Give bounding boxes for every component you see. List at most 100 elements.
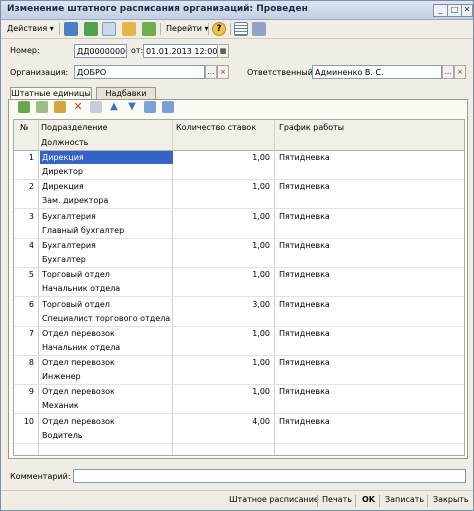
row-position[interactable]: Зам. директора [40,194,173,207]
row-schedule[interactable]: Пятидневка [279,327,399,340]
close-button[interactable]: Закрыть [433,495,469,504]
organization-clear-button[interactable]: × [217,65,229,79]
row-number[interactable]: 6 [16,298,34,311]
row-position[interactable]: Бухгалтер [40,253,173,266]
column-header-department[interactable]: Подразделение [41,123,108,132]
table-row[interactable]: 4 Бухгалтерия Бухгалтер 1,00 Пятидневка [14,238,464,268]
journal-icon[interactable] [252,22,266,36]
ok-button[interactable]: OK [362,495,375,504]
row-department[interactable]: Торговый отдел [40,268,173,281]
table-row[interactable]: 2 Дирекция Зам. директора 1,00 Пятидневка [14,179,464,210]
row-schedule[interactable]: Пятидневка [279,356,399,369]
row-position[interactable]: Начальник отдела [40,282,173,295]
post-and-close-icon[interactable] [64,22,78,36]
edit-row-icon[interactable] [54,101,66,113]
row-rate[interactable]: 4,00 [174,415,270,428]
maximize-button[interactable]: □ [447,4,462,17]
table-row[interactable]: 7 Отдел перевозок Начальник отдела 1,00 Пяти… [14,326,464,356]
row-rate[interactable]: 1,00 [174,327,270,340]
calendar-button[interactable]: ▦ [217,44,229,58]
row-schedule[interactable]: Пятидневка [279,415,399,428]
organization-field[interactable]: ДОБРО [74,65,205,79]
row-department[interactable]: Дирекция [40,151,173,164]
row-department[interactable]: Отдел перевозок [40,327,173,340]
add-row-icon[interactable] [18,101,30,113]
organization-select-button[interactable]: ... [205,65,217,79]
column-header-number[interactable]: № [20,123,28,132]
row-rate[interactable]: 1,00 [174,239,270,252]
row-department[interactable]: Отдел перевозок [40,385,173,398]
row-number[interactable]: 9 [16,385,34,398]
row-rate[interactable]: 3,00 [174,298,270,311]
row-position[interactable]: Начальник отдела [40,341,173,354]
table-row[interactable]: 8 Отдел перевозок Инженер 1,00 Пятидневка [14,355,464,386]
refresh-icon[interactable] [142,22,156,36]
move-up-icon[interactable]: ▲ [108,101,120,113]
row-rate[interactable]: 1,00 [174,356,270,369]
column-header-schedule[interactable]: График работы [279,123,344,132]
row-position[interactable]: Водитель [40,429,173,442]
row-department[interactable]: Бухгалтерия [40,210,173,223]
row-schedule[interactable]: Пятидневка [279,151,399,164]
minimize-button[interactable]: _ [433,4,448,17]
row-department[interactable]: Отдел перевозок [40,356,173,369]
row-rate[interactable]: 1,00 [174,180,270,193]
copy-row-icon[interactable] [36,101,48,113]
row-schedule[interactable]: Пятидневка [279,385,399,398]
end-edit-icon[interactable] [90,101,102,113]
table-row[interactable]: 9 Отдел перевозок Механик 1,00 Пятидневка [14,384,464,415]
row-number[interactable]: 4 [16,239,34,252]
responsible-field[interactable]: Админенко В. С. [312,65,442,79]
goto-menu-button[interactable]: Перейти ▾ [163,21,212,36]
row-number[interactable]: 7 [16,327,34,340]
row-number[interactable]: 1 [16,151,34,164]
print-button[interactable]: Печать [322,495,352,504]
row-department[interactable]: Дирекция [40,180,173,193]
post-icon[interactable] [84,22,98,36]
table-row[interactable]: 6 Торговый отдел Специалист торгового отде… [14,297,464,327]
row-department[interactable]: Отдел перевозок [40,415,173,428]
sort-descending-icon[interactable] [162,101,174,113]
row-position[interactable]: Директор [40,165,173,178]
row-position[interactable]: Инженер [40,370,173,383]
responsible-clear-button[interactable]: × [454,65,466,79]
close-window-button[interactable]: ✕ [461,4,473,17]
staff-units-table[interactable]: № Подразделение Должность Количество ста… [13,119,465,456]
unpost-icon[interactable] [102,22,116,36]
row-schedule[interactable]: Пятидневка [279,298,399,311]
row-number[interactable]: 3 [16,210,34,223]
table-row[interactable]: 10 Отдел перевозок Водитель 4,00 Пятидневка [14,414,464,444]
column-header-position[interactable]: Должность [41,138,88,147]
table-row[interactable]: 5 Торговый отдел Начальник отдела 1,00 Пятид… [14,267,464,298]
comment-field[interactable] [73,469,466,483]
delete-row-icon[interactable]: ✕ [72,101,84,113]
sort-ascending-icon[interactable] [144,101,156,113]
row-rate[interactable]: 1,00 [174,210,270,223]
row-position[interactable]: Главный бухгалтер [40,224,173,237]
row-number[interactable]: 8 [16,356,34,369]
responsible-select-button[interactable]: ... [442,65,454,79]
actions-menu-button[interactable]: Действия ▾ [4,21,57,36]
row-rate[interactable]: 1,00 [174,385,270,398]
structure-icon[interactable] [234,22,248,36]
date-field[interactable]: 01.01.2013 12:00:00 [143,44,218,58]
row-number[interactable]: 2 [16,180,34,193]
move-down-icon[interactable]: ▼ [126,101,138,113]
row-schedule[interactable]: Пятидневка [279,210,399,223]
row-position[interactable]: Специалист торгового отдела [40,312,173,325]
row-number[interactable]: 5 [16,268,34,281]
table-row[interactable]: 3 Бухгалтерия Главный бухгалтер 1,00 Пятидне… [14,209,464,239]
based-on-icon[interactable] [122,22,136,36]
number-field[interactable]: ДД00000000 [74,44,127,58]
table-row[interactable]: 1 Дирекция Директор 1,00 Пятидневка [14,150,464,180]
row-department[interactable]: Торговый отдел [40,298,173,311]
save-button[interactable]: Записать [385,495,424,504]
column-header-rate[interactable]: Количество ставок [176,123,256,132]
row-rate[interactable]: 1,00 [174,151,270,164]
row-position[interactable]: Механик [40,399,173,412]
help-icon[interactable]: ? [212,22,226,36]
row-schedule[interactable]: Пятидневка [279,268,399,281]
row-schedule[interactable]: Пятидневка [279,239,399,252]
staffing-report-button[interactable]: Штатное расписание [229,495,319,504]
row-number[interactable]: 10 [16,415,34,428]
